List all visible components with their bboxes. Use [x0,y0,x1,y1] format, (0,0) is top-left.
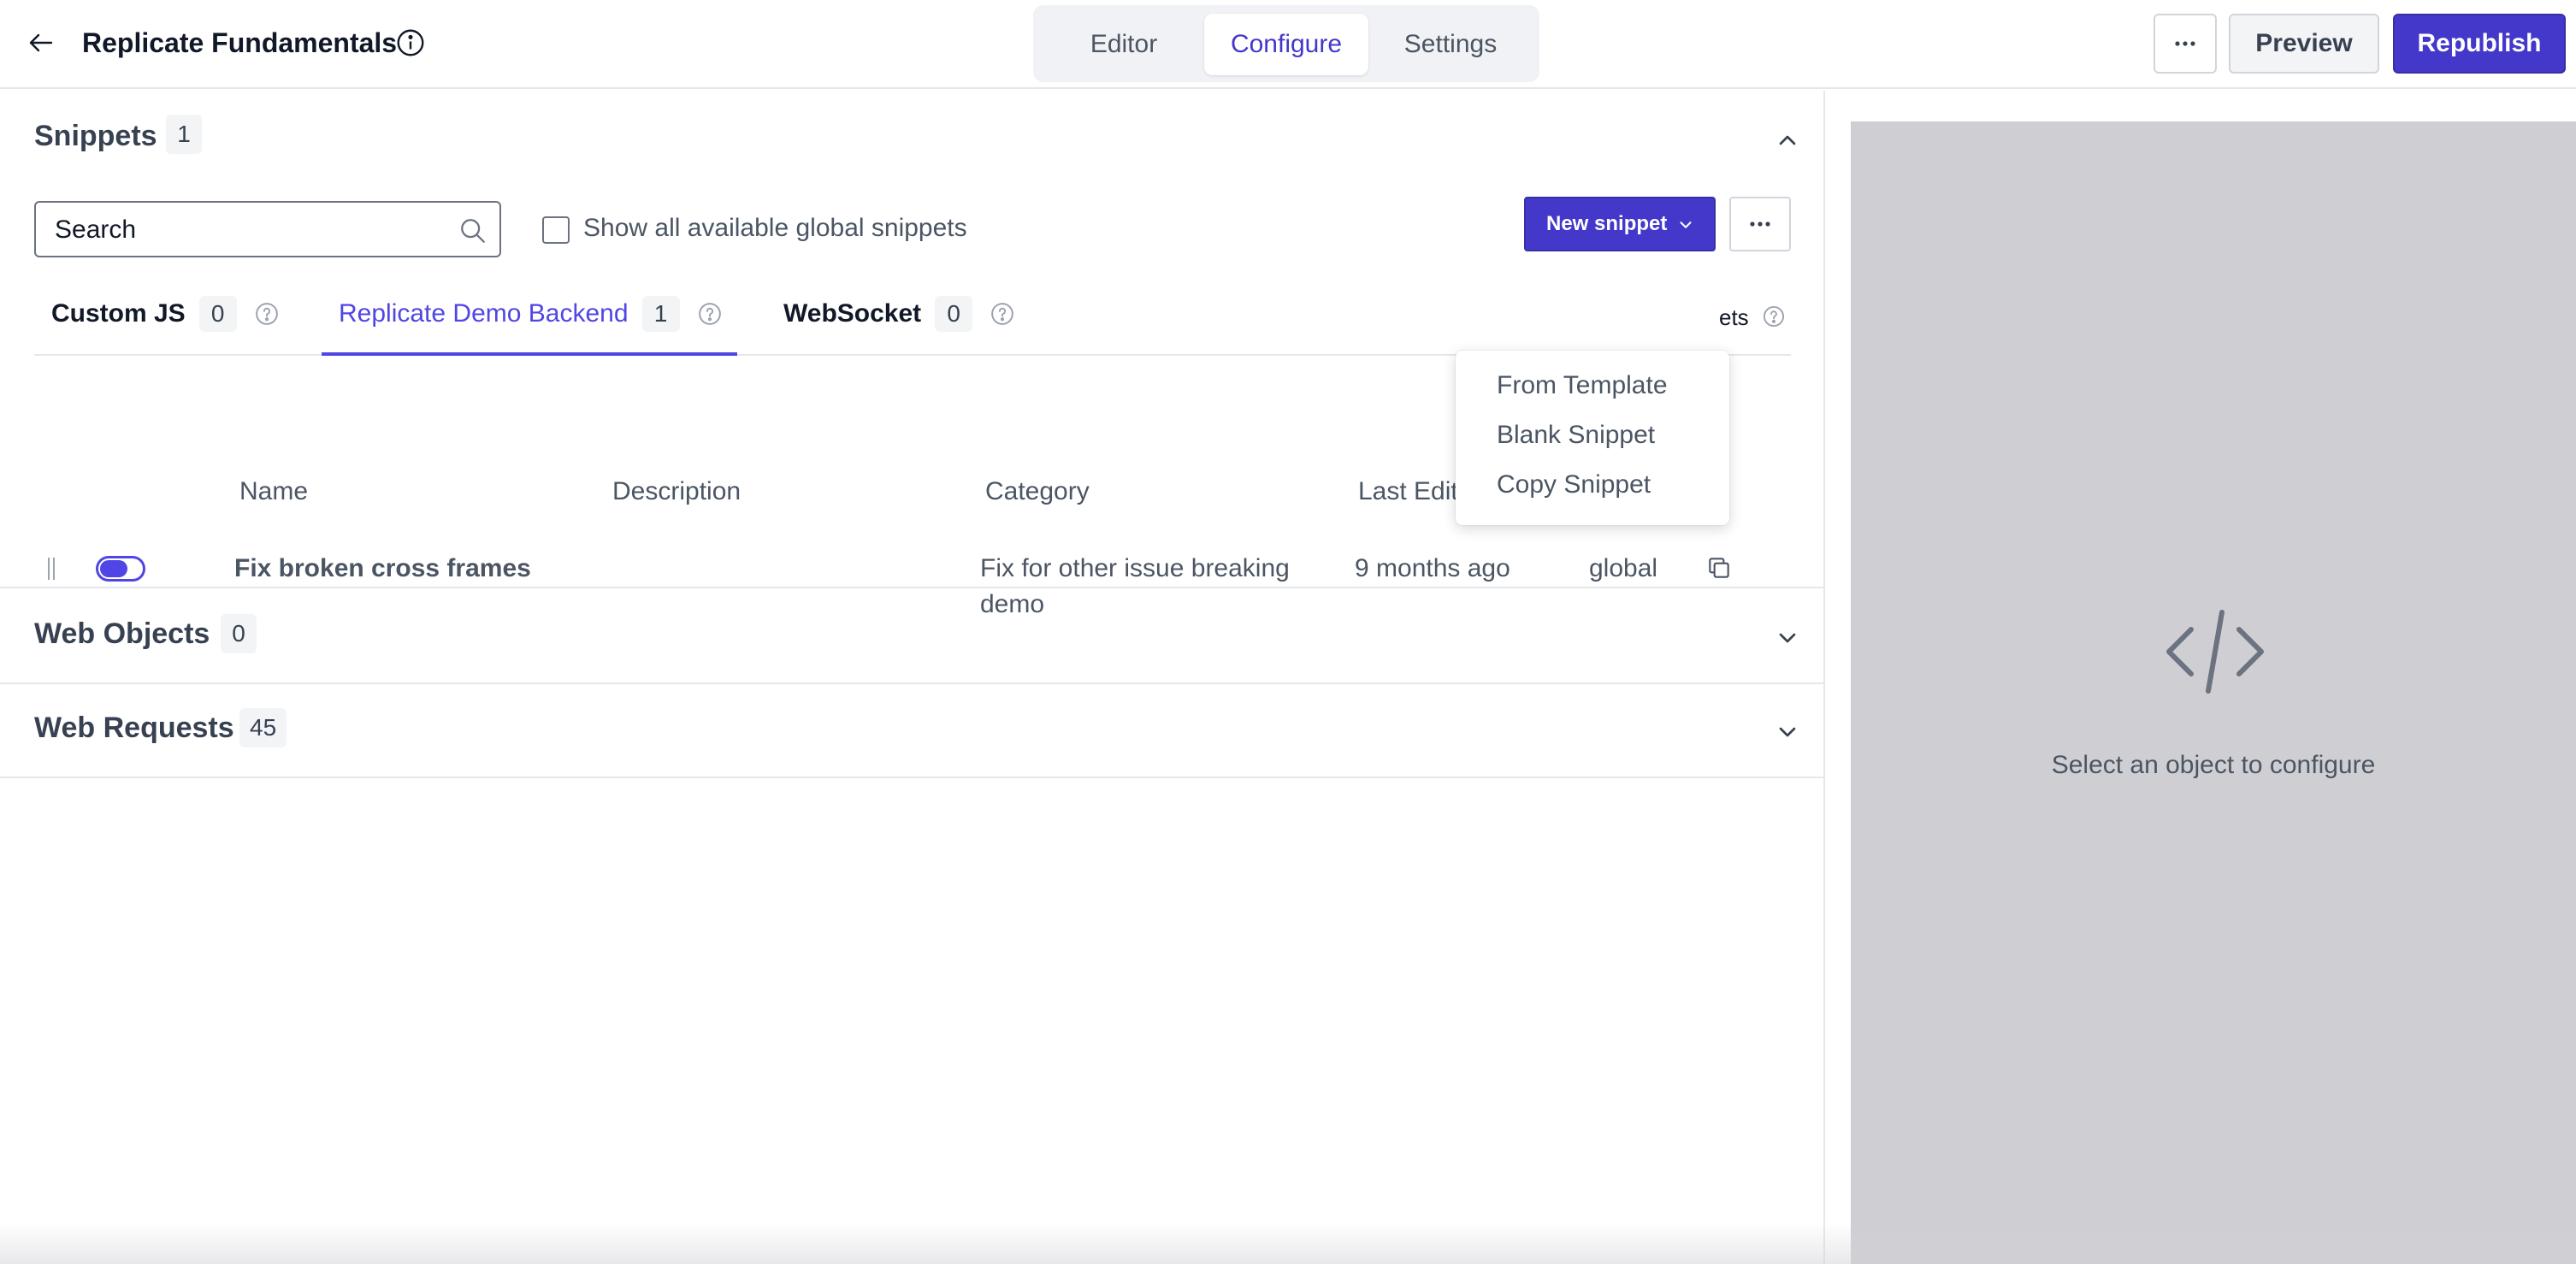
menu-item-from-template[interactable]: From Template [1497,371,1668,400]
object-config-panel: Select an object to configure [1851,121,2576,1264]
tab-settings[interactable]: Settings [1372,14,1529,75]
tab-count-badge: 0 [198,296,237,332]
page-title: Replicate Fundamentals [82,27,398,58]
copy-icon[interactable] [1705,554,1733,582]
tab-replicate-demo-backend[interactable]: Replicate Demo Backend 1 [339,296,723,354]
more-options-button[interactable] [2154,14,2217,74]
configure-panel: Snippets 1 Show all available global sni… [0,91,1825,1264]
preview-button[interactable]: Preview [2229,14,2379,74]
top-bar: Replicate Fundamentals Editor Configure … [0,0,2576,89]
snippet-search-field[interactable] [34,201,501,257]
tab-label: WebSocket [783,299,922,328]
web-requests-count-badge: 45 [239,708,287,747]
tab-custom-js[interactable]: Custom JS 0 [51,296,280,354]
tab-label: Replicate Demo Backend [339,299,629,328]
drag-handle-icon[interactable] [46,556,56,582]
snippet-category-line1: Fix for other issue breaking [980,554,1290,582]
web-objects-count-badge: 0 [221,614,257,653]
active-tab-indicator [322,352,737,356]
chevron-up-icon[interactable] [1774,127,1801,154]
search-input[interactable] [55,213,448,247]
column-header-last-edit[interactable]: Last Edit [1358,477,1458,506]
empty-state-message: Select an object to configure [2051,751,2376,779]
snippets-section-title[interactable]: Snippets [34,120,157,153]
new-snippet-button[interactable]: New snippet [1524,197,1716,251]
tab-websocket[interactable]: WebSocket 0 [783,296,1015,354]
chevron-down-icon [1680,221,1692,228]
column-header-name[interactable]: Name [239,477,308,506]
tab-configure[interactable]: Configure [1204,14,1368,75]
web-objects-section-title[interactable]: Web Objects [34,617,210,651]
help-icon[interactable] [990,301,1015,327]
chevron-down-icon[interactable] [1774,718,1801,746]
snippet-enabled-toggle[interactable] [96,556,145,582]
show-global-snippets-checkbox[interactable] [542,216,570,244]
search-icon [461,219,485,243]
ellipsis-icon [2175,41,2195,46]
section-divider [0,587,1825,588]
help-icon[interactable] [697,301,723,327]
snippets-count-badge: 1 [166,115,202,154]
code-icon [2166,610,2264,694]
tab-label: Custom JS [51,299,186,328]
web-requests-section-title[interactable]: Web Requests [34,712,234,745]
toggle-knob [100,560,127,577]
tab-partial-label[interactable]: ets [1719,304,1749,331]
new-snippet-dropdown-menu: From Template Blank Snippet Copy Snippet [1456,351,1729,525]
back-button[interactable] [24,26,58,60]
republish-button[interactable]: Republish [2393,14,2566,74]
tab-count-badge: 0 [935,296,973,332]
section-divider [0,682,1825,684]
snippet-scope: global [1589,554,1658,582]
snippet-more-button[interactable] [1729,197,1791,251]
info-icon[interactable] [395,27,426,58]
arrow-left-icon [29,33,53,52]
menu-item-blank-snippet[interactable]: Blank Snippet [1497,421,1655,450]
help-icon[interactable] [254,301,280,327]
section-divider [0,777,1825,778]
tab-count-badge: 1 [641,296,680,332]
snippet-category-line2: demo [980,590,1045,618]
snippet-name[interactable]: Fix broken cross frames [234,551,531,587]
chevron-down-icon[interactable] [1774,624,1801,652]
show-global-snippets-label[interactable]: Show all available global snippets [583,214,967,243]
column-header-category[interactable]: Category [985,477,1090,506]
help-icon[interactable] [1762,304,1786,328]
snippet-last-edit: 9 months ago [1355,554,1510,582]
menu-item-copy-snippet[interactable]: Copy Snippet [1497,470,1651,499]
tab-editor[interactable]: Editor [1047,14,1201,75]
new-snippet-label: New snippet [1546,212,1668,235]
ellipsis-icon [1750,221,1770,227]
view-switcher: Editor Configure Settings [1033,5,1539,82]
column-header-description[interactable]: Description [612,477,741,506]
